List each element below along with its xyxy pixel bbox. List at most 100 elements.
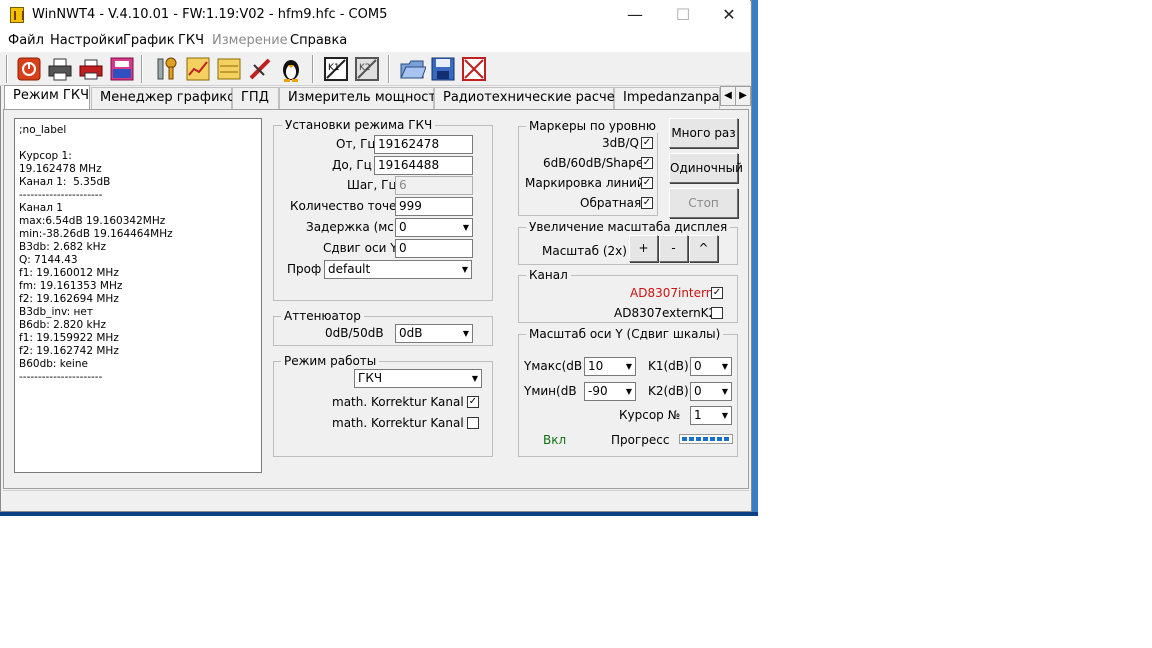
- k2-select[interactable]: 0: [690, 382, 732, 401]
- probe-icon[interactable]: [246, 55, 274, 83]
- correction-channel2-label: math. Korrektur Kanal 2: [332, 416, 476, 430]
- progress-label: Прогресс: [611, 433, 670, 447]
- app-logo-icon[interactable]: [10, 7, 24, 23]
- to-frequency-input[interactable]: 19164488: [374, 156, 473, 175]
- k1-icon[interactable]: K1: [322, 55, 350, 83]
- ymin-select[interactable]: -90: [584, 382, 636, 401]
- results-textbox[interactable]: ;no_label Курсор 1: 19.162478 MHz Канал …: [14, 118, 262, 473]
- sweep-settings-title: Установки режима ГКЧ: [282, 118, 436, 132]
- tab-impedance[interactable]: Impedanzanpass: [614, 87, 720, 109]
- zoom-up-button[interactable]: ^: [689, 235, 718, 262]
- save-disk-icon[interactable]: [429, 55, 457, 83]
- line-marking-checkbox[interactable]: ✓: [641, 177, 653, 189]
- delay-select[interactable]: 0: [395, 218, 473, 237]
- toolbar-separator: [388, 55, 390, 83]
- ad8307-extern-label: AD8307externK2: [614, 306, 717, 320]
- single-sweep-button[interactable]: Одиночный: [669, 153, 743, 183]
- menu-measure[interactable]: Измерение: [212, 33, 288, 48]
- points-input[interactable]: 999: [395, 197, 473, 216]
- profile-label: Проф: [287, 262, 322, 276]
- db-icon[interactable]: [215, 55, 243, 83]
- close-button[interactable]: ✕: [706, 0, 752, 30]
- step-label: Шаг, Гц: [347, 178, 397, 192]
- tab-sweep-mode[interactable]: Режим ГКЧ: [4, 85, 90, 110]
- clear-graph-icon[interactable]: [460, 55, 488, 83]
- points-label: Количество точек: [290, 199, 404, 213]
- ad8307-intern-checkbox[interactable]: ✓: [711, 287, 723, 299]
- ad8307-extern-checkbox[interactable]: [711, 307, 723, 319]
- menu-sweep[interactable]: ГКЧ: [178, 33, 204, 48]
- y-scale-title: Масштаб оси Y (Сдвиг шкалы): [526, 327, 724, 341]
- status-bar: [3, 490, 749, 510]
- inverse-checkbox[interactable]: ✓: [641, 197, 653, 209]
- tab-scroll-left-icon[interactable]: ◀: [720, 86, 736, 106]
- tab-rf-calculations[interactable]: Радиотехнические расчеты: [434, 87, 633, 109]
- marker-3db-checkbox[interactable]: ✓: [641, 137, 653, 149]
- yshift-input[interactable]: 0: [395, 239, 473, 258]
- yshift-label: Сдвиг оси Y: [323, 241, 398, 255]
- operating-mode-title: Режим работы: [281, 354, 380, 368]
- marker-6db-label: 6dB/60dB/Shape: [543, 156, 644, 170]
- toolbar-separator: [141, 55, 143, 83]
- stop-button[interactable]: Стоп: [669, 188, 738, 218]
- progress-bar: [679, 434, 733, 444]
- linux-penguin-icon[interactable]: [277, 55, 305, 83]
- on-indicator-label: Вкл: [543, 433, 567, 447]
- k2-label: K2(dB): [648, 384, 689, 398]
- zoom-plus-button[interactable]: +: [629, 235, 658, 262]
- display-zoom-title: Увеличение масштаба дисплея: [526, 220, 731, 234]
- attenuator-label: 0dB/50dB: [325, 326, 384, 340]
- menu-help[interactable]: Справка: [290, 33, 347, 48]
- attenuator-select[interactable]: 0dB: [395, 324, 473, 343]
- svg-text:K2: K2: [359, 63, 371, 73]
- k1-select[interactable]: 0: [690, 357, 732, 376]
- to-label: До, Гц: [332, 158, 372, 172]
- repeat-sweep-button[interactable]: Много раз: [669, 118, 738, 148]
- cursor-number-label: Курсор №: [619, 408, 681, 422]
- power-icon[interactable]: [15, 55, 43, 83]
- delay-label: Задержка (мс): [306, 220, 399, 234]
- operating-mode-select[interactable]: ГКЧ: [354, 369, 482, 388]
- tab-scroll-right-icon[interactable]: ▶: [735, 86, 751, 106]
- tab-power-meter[interactable]: Измеритель мощности: [279, 87, 444, 109]
- taskbar-edge: [0, 512, 758, 516]
- window-title: WinNWT4 - V.4.10.01 - FW:1.19:V02 - hfm9…: [32, 7, 388, 22]
- from-frequency-input[interactable]: 19162478: [374, 135, 473, 154]
- desktop-edge: [752, 0, 758, 516]
- cursor-number-select[interactable]: 1: [690, 406, 732, 425]
- profile-select[interactable]: default: [324, 260, 472, 279]
- toolbar-separator: [6, 55, 8, 83]
- channel-title: Канал: [526, 268, 571, 282]
- zoom-minus-button[interactable]: -: [659, 235, 688, 262]
- correction-channel1-checkbox[interactable]: ✓: [467, 396, 479, 408]
- tab-vfo[interactable]: ГПД: [232, 87, 279, 109]
- tab-graph-manager[interactable]: Менеджер графиков: [91, 87, 243, 109]
- marker-3db-label: 3dB/Q: [602, 136, 639, 150]
- step-input[interactable]: 6: [395, 176, 473, 195]
- marker-6db-checkbox[interactable]: ✓: [641, 157, 653, 169]
- chart-icon[interactable]: [184, 55, 212, 83]
- inverse-label: Обратная: [580, 196, 642, 210]
- maximize-button[interactable]: ☐: [660, 0, 706, 30]
- png-bmp-icon[interactable]: [108, 55, 136, 83]
- correction-channel1-label: math. Korrektur Kanal 1: [332, 395, 476, 409]
- menu-file[interactable]: Файл: [8, 33, 44, 48]
- zoom-label: Масштаб (2x): [542, 244, 627, 258]
- k2-icon[interactable]: K2: [353, 55, 381, 83]
- ymin-label: Yмин(dB: [524, 384, 577, 398]
- menu-settings[interactable]: Настройки: [50, 33, 123, 48]
- ymax-select[interactable]: 10: [584, 357, 636, 376]
- level-markers-title: Маркеры по уровню: [526, 119, 659, 133]
- menu-graph[interactable]: График: [123, 33, 175, 48]
- printer-icon[interactable]: [46, 55, 74, 83]
- attenuator-title: Аттенюатор: [281, 309, 364, 323]
- open-folder-icon[interactable]: [398, 55, 427, 83]
- k1-label: K1(dB): [648, 359, 689, 373]
- minimize-button[interactable]: —: [612, 0, 658, 30]
- tools-icon[interactable]: [152, 55, 180, 83]
- red-printer-icon[interactable]: [77, 55, 105, 83]
- toolbar-separator: [312, 55, 314, 83]
- from-label: От, Гц: [336, 137, 376, 151]
- ad8307-intern-label: AD8307intern: [630, 286, 714, 300]
- correction-channel2-checkbox[interactable]: [467, 417, 479, 429]
